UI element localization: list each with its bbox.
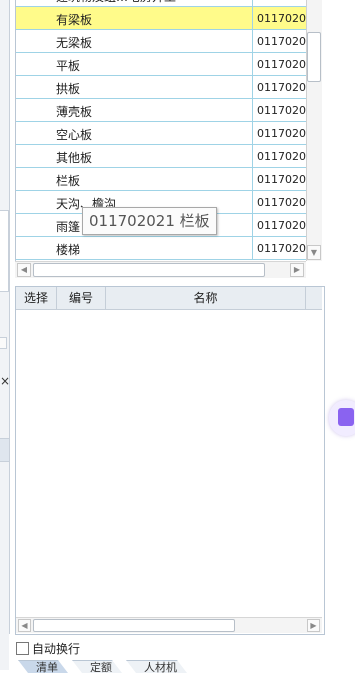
row-name: 楼梯 xyxy=(56,243,81,257)
name-cell[interactable]: 其他板 xyxy=(16,145,253,167)
row-name: 其他板 xyxy=(56,151,93,165)
name-cell[interactable]: 薄壳板 xyxy=(16,99,253,121)
left-panel-edge xyxy=(0,210,9,292)
row-name: 平板 xyxy=(56,59,81,73)
scroll-left-arrow-icon[interactable]: ◀ xyxy=(17,263,31,277)
row-name: 栏板 xyxy=(56,174,81,188)
code-cell[interactable]: 011702019 xyxy=(253,122,307,144)
code-cell[interactable]: 011702020 xyxy=(253,145,307,167)
name-cell[interactable]: 栏板 xyxy=(16,168,253,190)
tab-labor-material-machine[interactable]: 人材机 xyxy=(126,660,187,673)
row-code: 011702015 xyxy=(257,35,307,48)
row-code: 011702018 xyxy=(257,104,307,117)
lower-horizontal-scroll-thumb[interactable] xyxy=(33,619,235,632)
auto-wrap-label: 自动换行 xyxy=(32,642,81,656)
code-cell[interactable]: 011702023 xyxy=(253,214,307,236)
table-row[interactable]: 其他板 011702020 xyxy=(16,145,307,168)
scroll-right-arrow-icon[interactable]: ▶ xyxy=(290,263,304,277)
column-header-select[interactable]: 选择 xyxy=(16,287,57,309)
scroll-down-arrow-icon[interactable]: ▼ xyxy=(307,245,321,260)
row-code: 011702022 xyxy=(257,196,307,209)
table-row[interactable]: 拱板 011702017 xyxy=(16,76,307,99)
row-name: 有梁板 xyxy=(56,13,93,27)
auto-wrap-checkbox[interactable] xyxy=(16,642,29,655)
lower-list-table xyxy=(15,286,325,635)
row-code: 011702021 xyxy=(257,173,307,186)
left-close-icon[interactable]: × xyxy=(0,374,10,388)
row-name: 空心板 xyxy=(56,128,93,142)
table-row[interactable]: 楼梯 011702024 xyxy=(16,237,307,260)
scroll-right-arrow-icon[interactable]: ▶ xyxy=(307,619,320,632)
name-cell[interactable]: 楼梯 xyxy=(16,237,253,259)
code-cell[interactable]: 011702014 xyxy=(253,7,307,29)
tab-bill[interactable]: 清单 xyxy=(18,660,68,673)
row-code: 011702019 xyxy=(257,127,307,140)
column-header-code[interactable]: 编号 xyxy=(57,287,106,309)
table-row[interactable]: 平板 011702016 xyxy=(16,53,307,76)
name-cell[interactable]: 有梁板 xyxy=(16,7,253,29)
name-cell[interactable]: 平板 xyxy=(16,53,253,75)
cell-tooltip: 011702021 栏板 xyxy=(82,207,217,235)
row-name: 建筑物及组…宅房开工 xyxy=(56,0,176,5)
scroll-left-arrow-icon[interactable]: ◀ xyxy=(18,619,31,632)
row-name: 雨篷 xyxy=(56,220,81,234)
left-panel-scrollbar[interactable] xyxy=(0,337,7,349)
table-row[interactable]: 空心板 011702019 xyxy=(16,122,307,145)
left-panel-band xyxy=(0,438,9,462)
name-cell[interactable]: 拱板 xyxy=(16,76,253,98)
code-cell[interactable]: 011702017 xyxy=(253,76,307,98)
code-cell[interactable]: 011702021 xyxy=(253,168,307,190)
table-row[interactable]: 有梁板 011702014 xyxy=(16,7,307,30)
name-cell[interactable]: 无梁板 xyxy=(16,30,253,52)
row-name: 拱板 xyxy=(56,82,81,96)
column-header-name[interactable]: 名称 xyxy=(106,287,306,309)
assistant-icon[interactable] xyxy=(338,408,354,426)
row-code: 011702020 xyxy=(257,150,307,163)
table-row[interactable]: 无梁板 011702015 xyxy=(16,30,307,53)
upper-horizontal-scroll-thumb[interactable] xyxy=(33,263,265,277)
name-cell[interactable]: 建筑物及组…宅房开工 xyxy=(16,0,253,6)
row-code: 011702016 xyxy=(257,58,307,71)
code-cell[interactable]: 011702022 xyxy=(253,191,307,213)
upper-vertical-scroll-thumb[interactable] xyxy=(307,32,321,82)
left-panel-strip xyxy=(0,0,9,670)
right-margin xyxy=(326,0,355,670)
lower-table-header: 选择 编号 名称 xyxy=(16,287,322,310)
table-row[interactable]: 栏板 011702021 xyxy=(16,168,307,191)
row-name: 无梁板 xyxy=(56,36,93,50)
tab-quota[interactable]: 定额 xyxy=(72,660,122,673)
table-row[interactable]: 薄壳板 011702018 xyxy=(16,99,307,122)
code-cell[interactable]: 011702024 xyxy=(253,237,307,259)
table-row-partial[interactable]: 建筑物及组…宅房开工 xyxy=(16,0,307,7)
row-code: 011702023 xyxy=(257,219,307,232)
code-cell[interactable] xyxy=(253,0,307,6)
code-cell[interactable]: 011702018 xyxy=(253,99,307,121)
row-code: 011702014 xyxy=(257,12,307,25)
row-name: 薄壳板 xyxy=(56,105,93,119)
name-cell[interactable]: 空心板 xyxy=(16,122,253,144)
row-code: 011702017 xyxy=(257,81,307,94)
code-cell[interactable]: 011702016 xyxy=(253,53,307,75)
row-code: 011702024 xyxy=(257,242,307,255)
code-cell[interactable]: 011702015 xyxy=(253,30,307,52)
